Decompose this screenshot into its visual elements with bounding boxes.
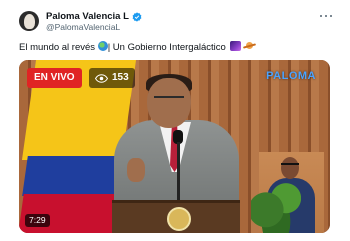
live-badge: EN VIVO: [27, 68, 82, 88]
eye-icon: [95, 73, 108, 83]
globe-emoji-icon: [97, 41, 108, 51]
podium-seal: [167, 207, 191, 231]
video-duration: 7:29: [25, 214, 50, 227]
saturn-emoji-icon: [243, 42, 256, 50]
tweet-text-part1: El mundo al revés: [19, 42, 98, 53]
viewer-count-badge: 153: [89, 68, 135, 88]
speaker-head: [147, 78, 191, 128]
verified-badge-icon: [132, 11, 142, 22]
channel-watermark: PALOMA: [266, 70, 316, 82]
author-handle[interactable]: @PalomaValenciaL: [46, 22, 120, 33]
more-options-icon[interactable]: [320, 11, 332, 21]
avatar[interactable]: [19, 11, 39, 31]
galaxy-emoji-icon: [230, 41, 242, 51]
tweet-text: El mundo al revés | Un Gobierno Intergal…: [19, 41, 334, 54]
viewer-count: 153: [112, 72, 129, 83]
plant-decoration: [251, 175, 301, 233]
video-player[interactable]: EN VIVO 153 PALOMA 7:29: [19, 60, 330, 233]
tweet-text-part2: | Un Gobierno Intergaláctico: [107, 42, 229, 53]
author-display-name[interactable]: Paloma Valencia L: [46, 11, 129, 23]
tweet-header: Paloma Valencia L @PalomaValenciaL: [0, 0, 350, 34]
